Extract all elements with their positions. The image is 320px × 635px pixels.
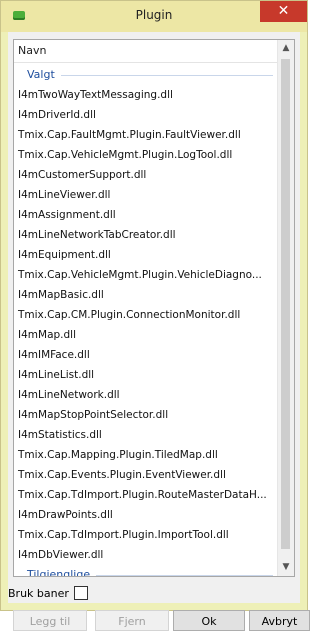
button-bar: Legg til Fjern Ok Avbryt xyxy=(8,610,314,635)
scroll-thumb[interactable] xyxy=(281,59,290,549)
use-lanes-option: Bruk baner xyxy=(8,585,88,601)
remove-button[interactable]: Fjern xyxy=(95,610,169,631)
close-icon: ✕ xyxy=(277,3,290,19)
group-header-label: Valgt xyxy=(27,68,55,81)
list-item[interactable]: Tmix.Cap.VehicleMgmt.Plugin.VehicleDiagn… xyxy=(14,265,277,285)
title-bar[interactable]: Plugin ✕ xyxy=(1,1,307,32)
column-header-name[interactable]: Navn xyxy=(14,40,280,63)
list-item[interactable]: I4mMapBasic.dll xyxy=(14,285,277,305)
list-item[interactable]: I4mDriverId.dll xyxy=(14,105,277,125)
ok-button[interactable]: Ok xyxy=(173,610,245,631)
list-item[interactable]: I4mCustomerSupport.dll xyxy=(14,165,277,185)
group-divider xyxy=(60,74,273,76)
list-item[interactable]: Tmix.Cap.Events.Plugin.EventViewer.dll xyxy=(14,465,277,485)
list-item[interactable]: I4mMapStopPointSelector.dll xyxy=(14,405,277,425)
list-item[interactable]: Tmix.Cap.TdImport.Plugin.RouteMasterData… xyxy=(14,485,277,505)
chevron-down-icon: ▼ xyxy=(282,562,290,572)
list-item[interactable]: I4mLineViewer.dll xyxy=(14,185,277,205)
add-button[interactable]: Legg til xyxy=(13,610,87,631)
list-item[interactable]: I4mMap.dll xyxy=(14,325,277,345)
list-item[interactable]: I4mLineList.dll xyxy=(14,365,277,385)
group-header-available: Tilgjenglige xyxy=(14,565,277,577)
list-item[interactable]: I4mAssignment.dll xyxy=(14,205,277,225)
list-item[interactable]: Tmix.Cap.VehicleMgmt.Plugin.LogTool.dll xyxy=(14,145,277,165)
list-item[interactable]: I4mTwoWayTextMessaging.dll xyxy=(14,85,277,105)
cancel-button[interactable]: Avbryt xyxy=(249,610,310,631)
group-divider xyxy=(96,574,273,576)
dialog-body: Navn Valgt I4mTwoWayTextMessaging.dll I4m… xyxy=(8,32,310,631)
list-item[interactable]: I4mStatistics.dll xyxy=(14,425,277,445)
scroll-down-button[interactable]: ▼ xyxy=(278,559,294,576)
group-header-label: Tilgjenglige xyxy=(27,568,91,577)
use-lanes-checkbox[interactable] xyxy=(73,586,88,600)
list-item[interactable]: Tmix.Cap.CM.Plugin.ConnectionMonitor.dll xyxy=(14,305,277,325)
plugin-dialog: Plugin ✕ Navn Valgt I4mTwoWayTextMessagi… xyxy=(0,0,310,631)
list-item[interactable]: I4mIMFace.dll xyxy=(14,345,277,365)
list-item[interactable]: I4mLineNetworkTabCreator.dll xyxy=(14,225,277,245)
plugin-list[interactable]: Navn Valgt I4mTwoWayTextMessaging.dll I4m… xyxy=(13,39,295,577)
use-lanes-label: Bruk baner xyxy=(8,586,69,600)
scroll-up-button[interactable]: ▲ xyxy=(278,40,294,57)
vertical-scrollbar[interactable]: ▲ ▼ xyxy=(277,40,294,576)
chevron-up-icon: ▲ xyxy=(282,43,290,53)
list-rows: Valgt I4mTwoWayTextMessaging.dll I4mDrive… xyxy=(14,65,277,577)
list-item[interactable]: Tmix.Cap.Mapping.Plugin.TiledMap.dll xyxy=(14,445,277,465)
close-button[interactable]: ✕ xyxy=(260,1,307,22)
list-item[interactable]: Tmix.Cap.FaultMgmt.Plugin.FaultViewer.dl… xyxy=(14,125,277,145)
list-item[interactable]: Tmix.Cap.TdImport.Plugin.ImportTool.dll xyxy=(14,525,277,545)
list-item[interactable]: I4mLineNetwork.dll xyxy=(14,385,277,405)
list-item[interactable]: I4mDbViewer.dll xyxy=(14,545,277,565)
group-header-selected: Valgt xyxy=(14,65,277,85)
list-item[interactable]: I4mEquipment.dll xyxy=(14,245,277,265)
list-item[interactable]: I4mDrawPoints.dll xyxy=(14,505,277,525)
